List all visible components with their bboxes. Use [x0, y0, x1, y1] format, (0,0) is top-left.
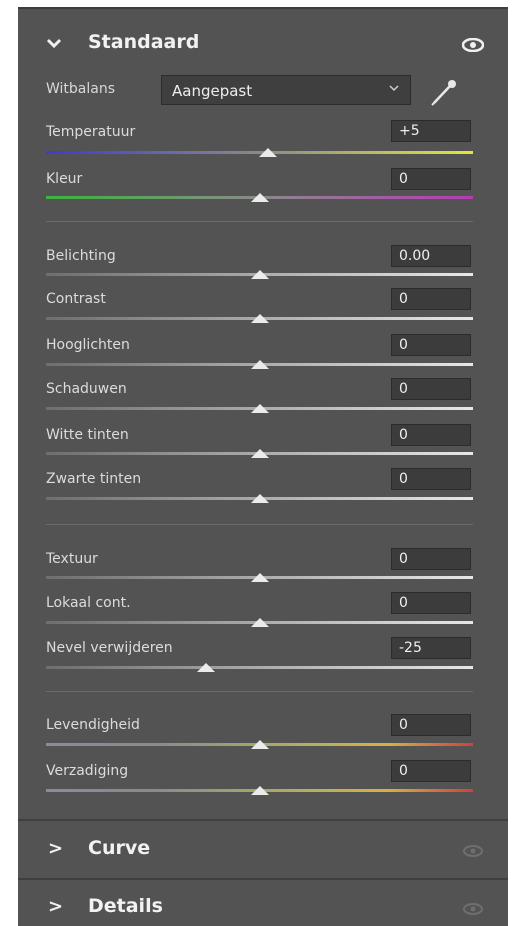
white-balance-select[interactable]: Aangepast	[161, 75, 411, 105]
verzadiging-slider-handle[interactable]	[250, 786, 269, 795]
section-header-details[interactable]: > Details	[18, 887, 508, 926]
slider-label-lokaal-cont: Lokaal cont.	[46, 595, 131, 611]
section-header-curve[interactable]: > Curve	[18, 829, 508, 873]
nevel-verwijderen-value-field[interactable]: -25	[391, 637, 471, 659]
verzadiging-value-field[interactable]: 0	[391, 760, 471, 782]
slider-label-verzadiging: Verzadiging	[46, 763, 129, 779]
adjustments-panel: Standaard Witbalans Aangepast Temperatuu…	[18, 7, 508, 926]
nevel-verwijderen-slider-handle[interactable]	[197, 663, 216, 672]
divider	[46, 691, 473, 692]
slider-label-belichting: Belichting	[46, 248, 116, 264]
schaduwen-slider-handle[interactable]	[250, 404, 269, 413]
divider	[46, 524, 473, 525]
witte-tinten-slider-handle[interactable]	[250, 449, 269, 458]
contrast-value-field[interactable]: 0	[391, 288, 471, 310]
eyedropper-icon[interactable]	[430, 75, 460, 107]
chevron-down-icon	[388, 82, 400, 96]
zwarte-tinten-slider-handle[interactable]	[250, 494, 269, 503]
section-separator	[18, 819, 508, 821]
lokaal-cont-slider-handle[interactable]	[250, 618, 269, 627]
panel-top-border	[18, 7, 508, 9]
slider-label-levendigheid: Levendigheid	[46, 717, 140, 733]
textuur-value-field[interactable]: 0	[391, 548, 471, 570]
white-balance-value: Aangepast	[172, 82, 253, 100]
section-title: Details	[88, 895, 163, 917]
kleur-slider-handle[interactable]	[250, 193, 269, 202]
white-balance-label: Witbalans	[46, 81, 116, 97]
section-title: Curve	[88, 837, 151, 859]
slider-label-witte-tinten: Witte tinten	[46, 427, 129, 443]
slider-label-temperatuur: Temperatuur	[46, 124, 136, 140]
temperatuur-value-field[interactable]: +5	[391, 120, 471, 142]
section-header-standaard[interactable]: Standaard	[18, 27, 508, 71]
section-title: Standaard	[88, 31, 200, 53]
slider-label-zwarte-tinten: Zwarte tinten	[46, 471, 142, 487]
belichting-value-field[interactable]: 0.00	[391, 245, 471, 267]
eye-icon[interactable]	[461, 37, 485, 53]
contrast-slider-handle[interactable]	[250, 314, 269, 323]
hooglichten-value-field[interactable]: 0	[391, 334, 471, 356]
divider	[46, 221, 473, 222]
levendigheid-value-field[interactable]: 0	[391, 714, 471, 736]
zwarte-tinten-value-field[interactable]: 0	[391, 468, 471, 490]
eye-icon[interactable]	[462, 843, 484, 857]
chevron-down-icon	[46, 33, 62, 54]
lokaal-cont-value-field[interactable]: 0	[391, 592, 471, 614]
witte-tinten-value-field[interactable]: 0	[391, 424, 471, 446]
textuur-slider-handle[interactable]	[250, 573, 269, 582]
eye-icon[interactable]	[462, 901, 484, 915]
levendigheid-slider-handle[interactable]	[250, 740, 269, 749]
slider-label-contrast: Contrast	[46, 291, 106, 307]
slider-label-schaduwen: Schaduwen	[46, 381, 127, 397]
slider-label-nevel-verwijderen: Nevel verwijderen	[46, 640, 173, 656]
hooglichten-slider-handle[interactable]	[250, 360, 269, 369]
schaduwen-value-field[interactable]: 0	[391, 378, 471, 400]
nevel-verwijderen-slider-track[interactable]	[46, 666, 473, 669]
chevron-right-icon: >	[48, 838, 64, 859]
belichting-slider-handle[interactable]	[250, 270, 269, 279]
section-separator	[18, 878, 508, 880]
slider-label-kleur: Kleur	[46, 171, 83, 187]
slider-label-hooglichten: Hooglichten	[46, 337, 130, 353]
temperatuur-slider-handle[interactable]	[259, 148, 278, 157]
slider-label-textuur: Textuur	[46, 551, 98, 567]
chevron-right-icon: >	[48, 896, 64, 917]
kleur-value-field[interactable]: 0	[391, 168, 471, 190]
